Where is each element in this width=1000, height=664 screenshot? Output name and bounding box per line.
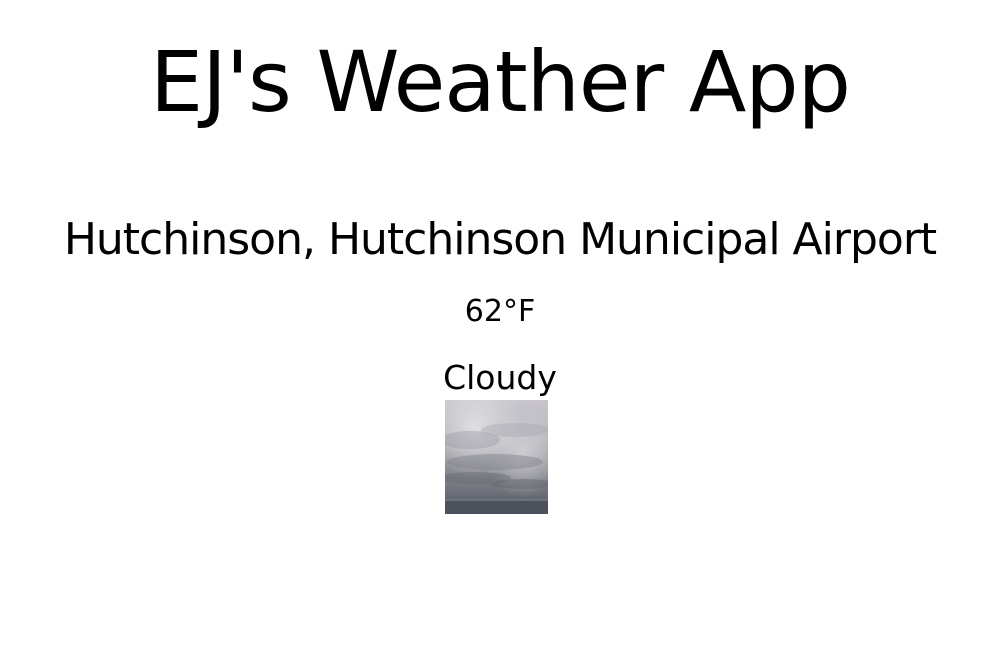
cloudy-sky-icon [445, 400, 548, 514]
weather-condition: Cloudy [443, 358, 557, 397]
temperature-value: 62°F [464, 294, 536, 329]
location-name: Hutchinson, Hutchinson Municipal Airport [63, 214, 937, 265]
cloudy-sky-image-icon [445, 400, 548, 514]
app-title: EJ's Weather App [150, 33, 851, 131]
